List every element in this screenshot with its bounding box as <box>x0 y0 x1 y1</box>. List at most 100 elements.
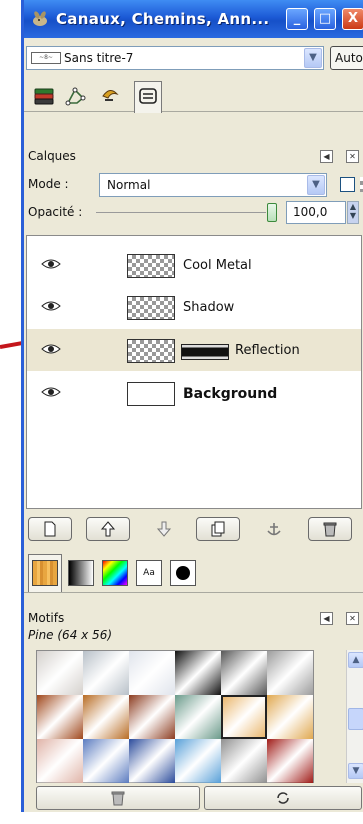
refresh-patterns-button[interactable] <box>204 786 362 810</box>
mode-value: Normal <box>107 178 151 192</box>
pattern-swatch[interactable] <box>129 695 175 739</box>
image-selector-value: Sans titre-7 <box>64 51 134 65</box>
mode-label: Mode : <box>28 177 69 191</box>
pattern-icon <box>32 560 58 586</box>
dock-window: Canaux, Chemins, Ann... _ □ X ~8~ Sans t… <box>21 0 363 812</box>
title-bar[interactable]: Canaux, Chemins, Ann... _ □ X <box>24 0 363 38</box>
layer-row[interactable]: Shadow <box>27 286 361 328</box>
raise-layer-icon <box>100 521 116 537</box>
layer-thumbnail <box>127 254 175 278</box>
minimize-button[interactable]: _ <box>286 8 308 30</box>
opacity-label: Opacité : <box>28 205 83 219</box>
brush-icon[interactable] <box>170 560 196 586</box>
delete-pattern-icon <box>111 791 125 806</box>
dock-tab-bar <box>24 80 363 113</box>
tab-patterns[interactable] <box>28 554 62 592</box>
pattern-swatch[interactable] <box>129 739 175 783</box>
layer-list: Cool Metal Shadow Reflection Background <box>26 235 362 509</box>
pattern-swatch[interactable] <box>175 695 221 739</box>
scrollbar-thumb[interactable] <box>348 708 363 730</box>
chevron-up-icon[interactable]: ▲ <box>348 652 363 668</box>
chevron-down-icon[interactable]: ▼ <box>304 48 322 68</box>
new-layer-icon <box>44 521 56 537</box>
pattern-swatch[interactable] <box>83 739 129 783</box>
window-title: Canaux, Chemins, Ann... <box>56 10 270 28</box>
mode-dropdown[interactable]: Normal ▼ <box>99 173 327 197</box>
eye-icon[interactable] <box>41 343 61 355</box>
layer-name: Shadow <box>183 300 235 315</box>
layer-name: Cool Metal <box>183 258 252 273</box>
resource-tab-bar: Aa <box>24 553 363 593</box>
close-button[interactable]: X <box>342 8 363 30</box>
layer-mask-thumbnail[interactable] <box>181 344 229 360</box>
pattern-swatch[interactable] <box>37 695 83 739</box>
auto-button[interactable]: Auto <box>330 46 363 70</box>
panel-menu-icon[interactable]: ◀ <box>320 150 333 163</box>
new-layer-button[interactable] <box>28 517 72 541</box>
tab-channels[interactable] <box>62 82 90 110</box>
layer-row-selected[interactable]: Reflection <box>27 329 361 371</box>
patterns-panel-title: Motifs <box>28 611 65 625</box>
image-selector-dropdown[interactable]: ~8~ Sans titre-7 ▼ <box>26 46 324 70</box>
layer-row[interactable]: Cool Metal <box>27 244 361 286</box>
pattern-swatch[interactable] <box>129 651 175 695</box>
anchor-layer-button[interactable] <box>252 517 296 541</box>
delete-pattern-button[interactable] <box>36 786 200 810</box>
eye-icon[interactable] <box>41 386 61 398</box>
lower-layer-icon <box>156 521 172 537</box>
spin-arrows-icon[interactable]: ▲ ▼ <box>347 201 359 224</box>
layer-thumbnail <box>127 382 175 406</box>
layer-thumbnail <box>127 339 175 363</box>
paths-icon <box>102 90 119 101</box>
refresh-patterns-icon <box>277 792 289 804</box>
selected-pattern-label: Pine (64 x 56) <box>28 628 113 642</box>
layer-name: Background <box>183 386 278 402</box>
duplicate-layer-button[interactable] <box>196 517 240 541</box>
pattern-swatch[interactable] <box>221 695 267 739</box>
eye-icon[interactable] <box>41 300 61 312</box>
layers-panel-title: Calques <box>28 149 76 163</box>
maximize-button[interactable]: □ <box>314 8 336 30</box>
pattern-swatch[interactable] <box>267 739 313 783</box>
pattern-swatch[interactable] <box>221 651 267 695</box>
close-panel-icon[interactable]: ✕ <box>346 150 359 163</box>
tab-undo-history[interactable] <box>134 81 162 113</box>
pattern-swatch[interactable] <box>175 651 221 695</box>
chevron-down-icon[interactable]: ▼ <box>307 175 325 195</box>
tab-paths[interactable] <box>96 82 124 110</box>
pattern-swatch[interactable] <box>175 739 221 783</box>
chevron-down-icon[interactable]: ▼ <box>348 763 363 779</box>
anchor-layer-icon <box>267 523 281 536</box>
pattern-swatch[interactable] <box>37 651 83 695</box>
pattern-swatch[interactable] <box>267 695 313 739</box>
font-icon[interactable]: Aa <box>136 560 162 586</box>
pattern-scrollbar[interactable]: ▲ ▼ <box>346 650 363 783</box>
layers-icon <box>34 88 54 105</box>
undo-history-icon <box>139 88 157 104</box>
lower-layer-button[interactable] <box>142 517 186 541</box>
delete-layer-button[interactable] <box>308 517 352 541</box>
layer-row[interactable]: Background <box>27 372 361 414</box>
palette-icon[interactable] <box>102 560 128 586</box>
gradient-icon[interactable] <box>68 560 94 586</box>
gimp-app-icon <box>33 11 47 26</box>
layer-thumbnail <box>127 296 175 320</box>
image-thumbnail: ~8~ <box>31 52 61 64</box>
pattern-swatch[interactable] <box>267 651 313 695</box>
image-selector-row: ~8~ Sans titre-7 ▼ Auto <box>24 44 363 72</box>
opacity-slider-handle[interactable] <box>267 203 277 222</box>
layer-name: Reflection <box>235 343 300 358</box>
pattern-swatch[interactable] <box>83 695 129 739</box>
pattern-swatch[interactable] <box>37 739 83 783</box>
pattern-swatch[interactable] <box>83 651 129 695</box>
lock-alpha-checkbox[interactable] <box>340 177 355 192</box>
opacity-spinbox[interactable]: 100,0 <box>286 201 346 224</box>
pattern-swatch[interactable] <box>221 739 267 783</box>
opacity-slider[interactable] <box>96 212 266 213</box>
panel-menu-icon[interactable]: ◀ <box>320 612 333 625</box>
close-panel-icon[interactable]: ✕ <box>346 612 359 625</box>
raise-layer-button[interactable] <box>86 517 130 541</box>
tab-layers[interactable] <box>30 82 58 110</box>
channels-icon <box>65 87 86 106</box>
eye-icon[interactable] <box>41 258 61 270</box>
